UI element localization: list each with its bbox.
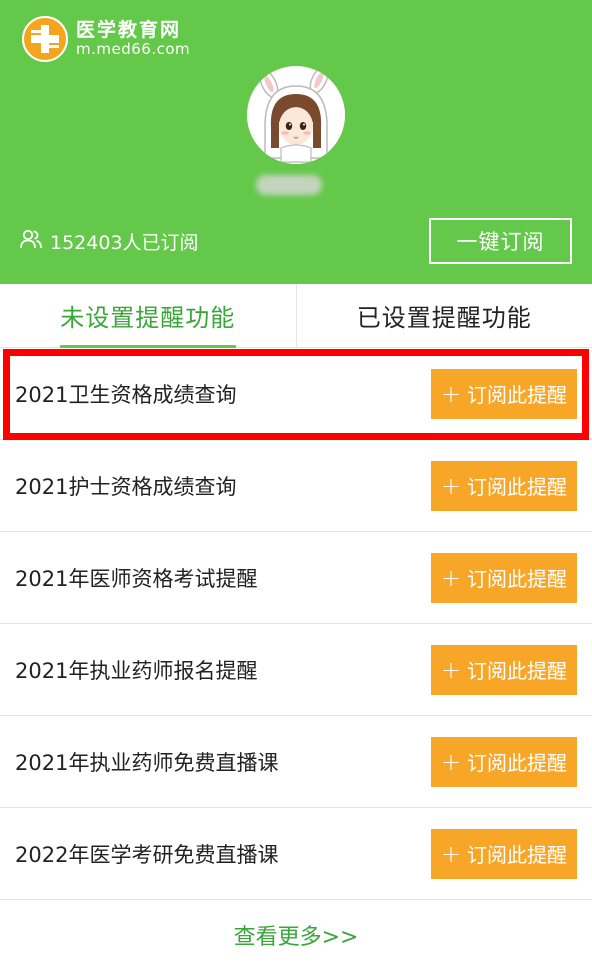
subscribe-reminder-button[interactable]: + 订阅此提醒	[431, 828, 577, 879]
plus-icon: +	[440, 379, 462, 408]
subscribe-reminder-label: 订阅此提醒	[467, 843, 568, 867]
tab-label: 未设置提醒功能	[60, 304, 236, 332]
site-logo[interactable]: 医学教育网 m.med66.com	[22, 16, 190, 62]
tab-label: 已设置提醒功能	[356, 304, 532, 332]
view-more-link[interactable]: 查看更多>>	[0, 900, 592, 970]
reminder-list: 2021卫生资格成绩查询 + 订阅此提醒 2021护士资格成绩查询 + 订阅此提…	[0, 348, 592, 900]
plus-icon: +	[440, 563, 462, 592]
username-blurred	[256, 175, 322, 195]
subscribe-reminder-label: 订阅此提醒	[467, 475, 568, 499]
bunny-girl-avatar-icon[interactable]	[247, 66, 345, 164]
logo-url: m.med66.com	[76, 40, 191, 59]
reminder-title: 2021年医师资格考试提醒	[15, 566, 258, 591]
plus-icon: +	[440, 655, 462, 684]
list-item: 2021卫生资格成绩查询 + 订阅此提醒	[0, 348, 592, 440]
list-item: 2022年医学考研免费直播课 + 订阅此提醒	[0, 808, 592, 900]
reminder-title: 2021年执业药师报名提醒	[15, 658, 258, 683]
list-item: 2021年执业药师免费直播课 + 订阅此提醒	[0, 716, 592, 808]
plus-icon: +	[440, 839, 462, 868]
subscribe-reminder-label: 订阅此提醒	[467, 659, 568, 683]
subscribe-reminder-label: 订阅此提醒	[467, 751, 568, 775]
list-item: 2021护士资格成绩查询 + 订阅此提醒	[0, 440, 592, 532]
logo-name: 医学教育网	[76, 19, 182, 42]
subscribe-reminder-button[interactable]: + 订阅此提醒	[431, 736, 577, 787]
list-item: 2021年医师资格考试提醒 + 订阅此提醒	[0, 532, 592, 624]
tab-set-reminders[interactable]: 已设置提醒功能	[295, 284, 592, 347]
reminder-title: 2022年医学考研免费直播课	[15, 842, 279, 867]
subscribe-reminder-button[interactable]: + 订阅此提醒	[431, 460, 577, 511]
subscribe-reminder-button[interactable]: + 订阅此提醒	[431, 552, 577, 603]
medical-cross-logo-icon	[22, 16, 68, 62]
subscribe-reminder-button[interactable]: + 订阅此提醒	[431, 368, 577, 419]
subscribe-reminder-button[interactable]: + 订阅此提醒	[431, 644, 577, 695]
subscriber-count-text: 152403人已订阅	[50, 232, 199, 254]
plus-icon: +	[440, 471, 462, 500]
tab-bar: 未设置提醒功能 已设置提醒功能	[0, 284, 592, 348]
subscribe-reminder-label: 订阅此提醒	[467, 567, 568, 591]
subscriber-count: 152403人已订阅	[20, 228, 199, 255]
one-click-subscribe-button[interactable]: 一键订阅	[429, 218, 572, 264]
reminder-title: 2021护士资格成绩查询	[15, 474, 237, 499]
users-icon	[20, 229, 50, 254]
tab-unset-reminders[interactable]: 未设置提醒功能	[0, 284, 296, 348]
reminder-title: 2021卫生资格成绩查询	[15, 382, 237, 407]
subscribe-reminder-label: 订阅此提醒	[467, 383, 568, 407]
reminder-title: 2021年执业药师免费直播课	[15, 750, 279, 775]
plus-icon: +	[440, 747, 462, 776]
header-banner: 医学教育网 m.med66.com 152403人已订阅 一键订阅	[0, 0, 592, 284]
list-item: 2021年执业药师报名提醒 + 订阅此提醒	[0, 624, 592, 716]
